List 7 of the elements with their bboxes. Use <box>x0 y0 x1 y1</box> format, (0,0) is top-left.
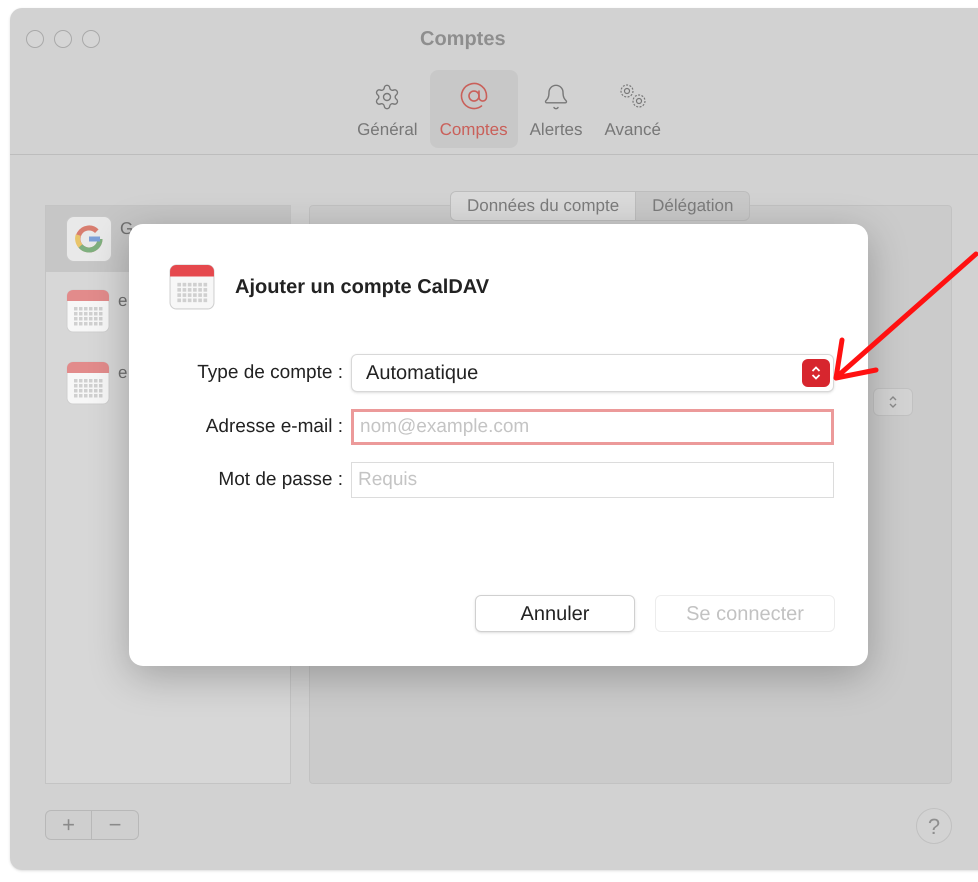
dialog-title: Ajouter un compte CalDAV <box>235 275 490 300</box>
field-label: Type de compte : <box>196 360 344 385</box>
window-title: Comptes <box>420 27 506 52</box>
account-name: e <box>118 362 128 384</box>
field-label: Mot de passe : <box>217 468 344 492</box>
field-label: Adresse e-mail : <box>204 414 344 439</box>
account-name: e <box>118 290 128 312</box>
